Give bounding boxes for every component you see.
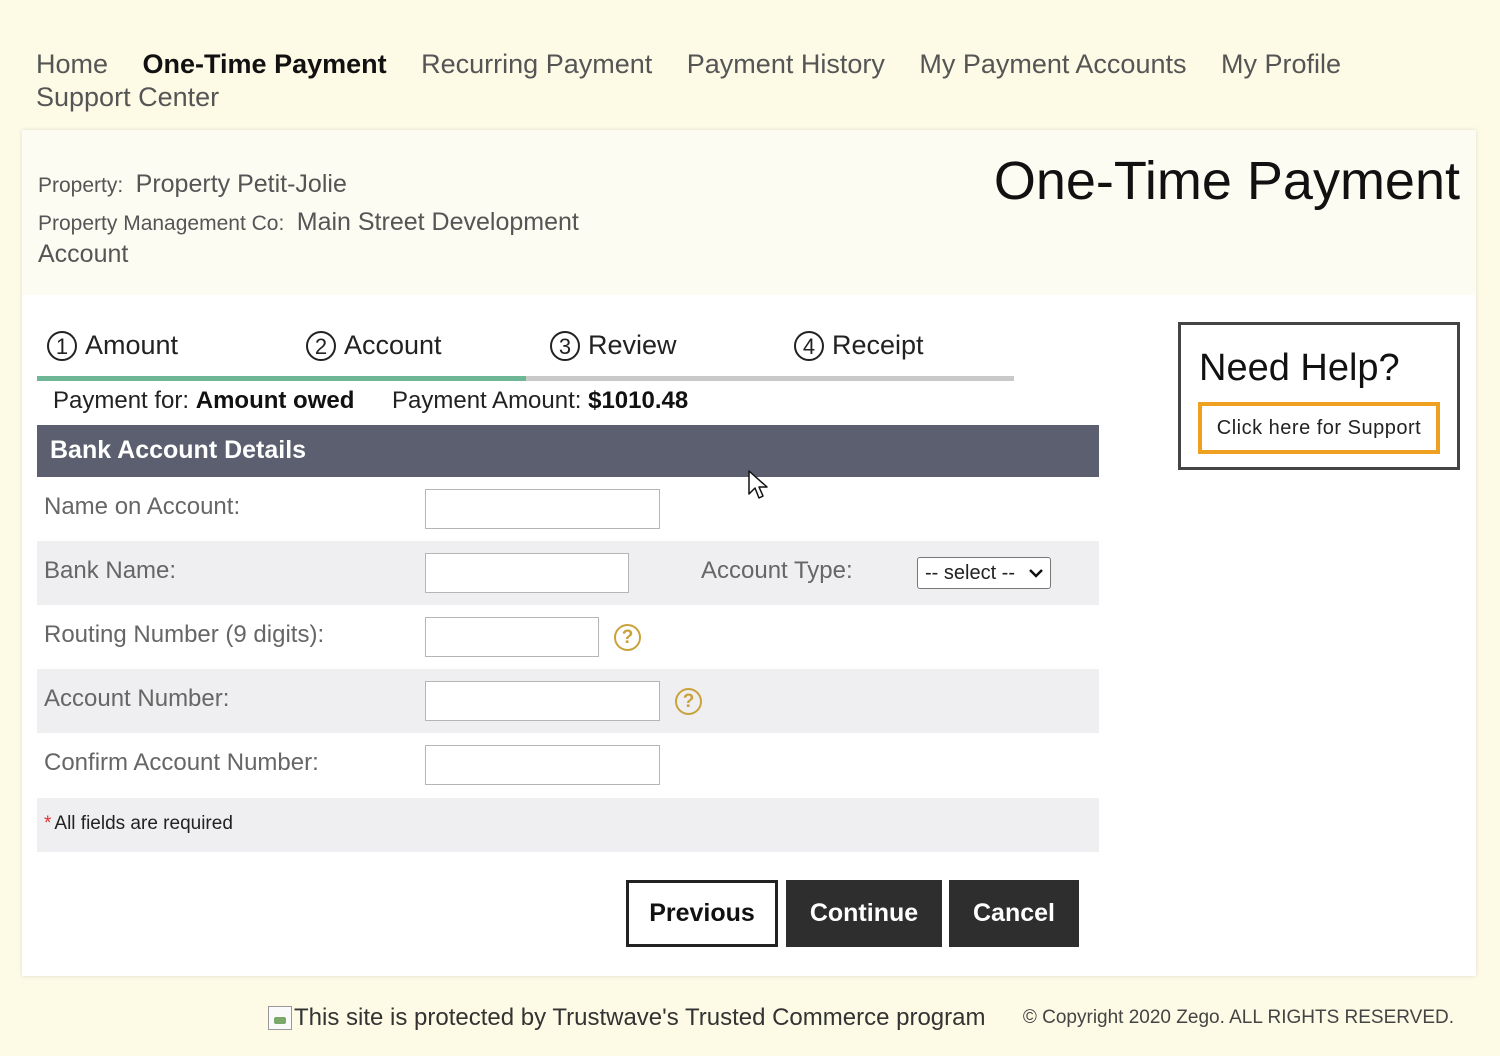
progress-fill [37, 376, 526, 381]
trustwave-notice: This site is protected by Trustwave's Tr… [268, 1004, 986, 1032]
account-number-input[interactable] [425, 681, 660, 721]
cancel-button[interactable]: Cancel [949, 880, 1079, 947]
chevron-down-icon [1029, 569, 1043, 578]
payment-for-value: Amount owed [195, 387, 355, 414]
page-title: One-Time Payment [993, 151, 1460, 211]
trustwave-text: This site is protected by Trustwave's Tr… [294, 1004, 986, 1031]
step-account: 2 Account [306, 330, 442, 361]
step-number: 2 [306, 330, 336, 361]
account-type-select[interactable]: -- select -- [917, 557, 1051, 589]
confirm-account-number-label: Confirm Account Number: [44, 749, 319, 776]
payment-amount-label: Payment Amount: [392, 387, 582, 414]
nav-home[interactable]: Home [36, 49, 108, 79]
step-label: Review [588, 330, 677, 360]
account-type-label: Account Type: [701, 557, 853, 584]
required-note: * All fields are required [44, 813, 233, 835]
support-button[interactable]: Click here for Support [1198, 402, 1440, 454]
previous-button[interactable]: Previous [626, 880, 778, 947]
step-review: 3 Review [550, 330, 677, 361]
row-account-number: Account Number: ? [37, 669, 1099, 733]
progress-track [37, 376, 1014, 381]
mouse-cursor-icon [748, 470, 768, 499]
management-info: Property Management Co: Main Street Deve… [38, 208, 638, 272]
payment-for-label: Payment for: [53, 387, 190, 414]
step-label: Receipt [832, 330, 924, 360]
required-note-text: All fields are required [54, 813, 233, 834]
copyright: © Copyright 2020 Zego. ALL RIGHTS RESERV… [1022, 1007, 1454, 1028]
property-value: Property Petit-Jolie [135, 170, 347, 198]
step-amount: 1 Amount [47, 330, 178, 361]
help-icon[interactable]: ? [614, 624, 641, 651]
row-confirm-account-number: Confirm Account Number: [37, 733, 1099, 797]
step-number: 1 [47, 330, 77, 361]
payment-for: Payment for: Amount owed [53, 387, 354, 415]
property-label: Property: [38, 174, 124, 197]
row-routing-number: Routing Number (9 digits): ? [37, 605, 1099, 669]
nav-support-center[interactable]: Support Center [36, 82, 219, 112]
property-header: Property: Property Petit-Jolie Property … [22, 130, 1476, 295]
row-bank-name: Bank Name: Account Type: -- select -- [37, 541, 1099, 605]
management-label: Property Management Co: [38, 212, 285, 235]
nav-recurring-payment[interactable]: Recurring Payment [421, 49, 652, 79]
step-number: 4 [794, 330, 824, 361]
routing-number-label: Routing Number (9 digits): [44, 621, 325, 648]
property-info: Property: Property Petit-Jolie [38, 170, 347, 199]
confirm-account-number-input[interactable] [425, 745, 660, 785]
main-panel: Property: Property Petit-Jolie Property … [22, 130, 1476, 976]
required-star: * [44, 813, 52, 834]
name-on-account-input[interactable] [425, 489, 660, 529]
nav-one-time-payment[interactable]: One-Time Payment [143, 49, 387, 79]
bank-name-label: Bank Name: [44, 557, 177, 584]
payment-amount-value: $1010.48 [588, 387, 689, 414]
step-indicator: 1 Amount 2 Account 3 Review 4 Receipt [37, 320, 1099, 382]
step-number: 3 [550, 330, 580, 361]
top-nav: Home One-Time Payment Recurring Payment … [36, 48, 1436, 114]
nav-my-profile[interactable]: My Profile [1221, 49, 1341, 79]
payment-summary: Payment for: Amount owed Payment Amount:… [37, 383, 1099, 425]
account-number-label: Account Number: [44, 685, 230, 712]
name-on-account-label: Name on Account: [44, 493, 241, 520]
broken-image-icon [268, 1006, 292, 1030]
section-header: Bank Account Details [37, 425, 1099, 477]
continue-button[interactable]: Continue [786, 880, 942, 947]
bank-name-input[interactable] [425, 553, 629, 593]
step-receipt: 4 Receipt [794, 330, 924, 361]
step-label: Amount [85, 330, 179, 360]
nav-my-payment-accounts[interactable]: My Payment Accounts [919, 49, 1186, 79]
payment-amount: Payment Amount: $1010.48 [392, 387, 688, 415]
help-icon[interactable]: ? [675, 688, 702, 715]
nav-payment-history[interactable]: Payment History [687, 49, 885, 79]
required-note-row: * All fields are required [37, 798, 1099, 852]
account-type-value: -- select -- [925, 561, 1015, 584]
row-name-on-account: Name on Account: [37, 477, 1099, 541]
routing-number-input[interactable] [425, 617, 599, 657]
step-label: Account [344, 330, 442, 360]
help-box: Need Help? Click here for Support [1178, 322, 1460, 470]
help-title: Need Help? [1199, 347, 1400, 389]
